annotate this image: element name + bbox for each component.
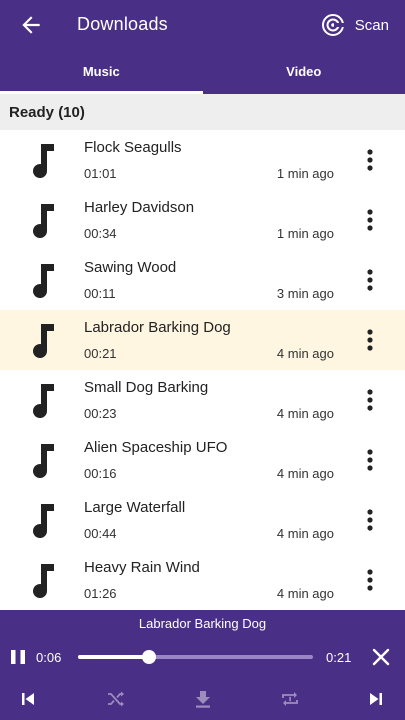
more-vert-icon[interactable] — [360, 268, 380, 292]
track-time-ago: 4 min ago — [276, 346, 334, 361]
track-time-ago: 4 min ago — [276, 466, 334, 481]
page-title: Downloads — [77, 14, 168, 34]
app-bar: Downloads Scan Music Video — [0, 0, 405, 94]
more-vert-icon[interactable] — [360, 148, 380, 172]
scan-label: Scan — [354, 16, 389, 34]
scan-button[interactable]: Scan — [321, 13, 389, 37]
list-item[interactable]: Small Dog Barking 00:23 4 min ago — [0, 370, 405, 430]
more-vert-icon[interactable] — [360, 208, 380, 232]
list-item[interactable]: Harley Davidson 00:34 1 min ago — [0, 190, 405, 250]
track-title: Alien Spaceship UFO — [84, 439, 228, 456]
track-title: Flock Seagulls — [84, 139, 182, 156]
track-duration: 01:26 — [84, 586, 117, 601]
more-vert-icon[interactable] — [360, 508, 380, 532]
music-note-icon — [33, 384, 54, 418]
music-note-icon — [33, 444, 54, 478]
seek-bar[interactable] — [78, 650, 313, 664]
list-item[interactable]: Large Waterfall 00:44 4 min ago — [0, 490, 405, 550]
more-vert-icon[interactable] — [360, 568, 380, 592]
track-duration: 01:01 — [84, 166, 117, 181]
music-note-icon — [33, 144, 54, 178]
skip-next-icon[interactable] — [365, 688, 387, 710]
skip-previous-icon[interactable] — [17, 688, 39, 710]
track-time-ago: 3 min ago — [276, 286, 334, 301]
tab-bar: Music Video — [0, 56, 405, 94]
more-vert-icon[interactable] — [360, 328, 380, 352]
music-note-icon — [33, 504, 54, 538]
tab-music[interactable]: Music — [0, 56, 203, 94]
list-item[interactable]: Sawing Wood 00:11 3 min ago — [0, 250, 405, 310]
now-playing-title: Labrador Barking Dog — [138, 616, 267, 631]
scan-target-icon — [321, 14, 344, 36]
music-note-icon — [33, 564, 54, 598]
music-note-icon — [33, 204, 54, 238]
section-header: Ready (10) — [0, 94, 405, 130]
track-time-ago: 4 min ago — [276, 406, 334, 421]
music-note-icon — [33, 324, 54, 358]
track-duration: 00:23 — [84, 406, 117, 421]
list-item-selected[interactable]: Labrador Barking Dog 00:21 4 min ago — [0, 310, 405, 370]
more-vert-icon[interactable] — [360, 448, 380, 472]
mini-player: Labrador Barking Dog 0:06 0:21 — [0, 610, 405, 720]
list-item[interactable]: Flock Seagulls 01:01 1 min ago — [0, 130, 405, 190]
shuffle-icon[interactable] — [105, 688, 127, 710]
total-time: 0:21 — [326, 650, 352, 665]
pause-icon[interactable] — [9, 648, 27, 666]
track-duration: 00:44 — [84, 526, 117, 541]
seek-bar-thumb[interactable] — [141, 650, 156, 664]
list-item[interactable]: Alien Spaceship UFO 00:16 4 min ago — [0, 430, 405, 490]
repeat-one-icon[interactable] — [279, 688, 301, 710]
playback-controls — [0, 688, 405, 712]
track-time-ago: 1 min ago — [276, 226, 334, 241]
track-duration: 00:11 — [84, 286, 116, 301]
more-vert-icon[interactable] — [360, 388, 380, 412]
track-time-ago: 1 min ago — [276, 166, 334, 181]
track-duration: 00:16 — [84, 466, 117, 481]
download-list: Flock Seagulls 01:01 1 min ago Harley Da… — [0, 130, 405, 610]
close-icon[interactable] — [371, 647, 391, 667]
track-duration: 00:34 — [84, 226, 117, 241]
seek-bar-fill — [78, 655, 149, 659]
download-icon[interactable] — [192, 688, 214, 710]
track-title: Large Waterfall — [84, 499, 186, 516]
music-note-icon — [33, 264, 54, 298]
current-time: 0:06 — [36, 650, 62, 665]
track-title: Labrador Barking Dog — [84, 319, 231, 336]
track-title: Harley Davidson — [84, 199, 195, 216]
list-item[interactable]: Heavy Rain Wind 01:26 4 min ago — [0, 550, 405, 610]
track-time-ago: 4 min ago — [276, 586, 334, 601]
track-time-ago: 4 min ago — [276, 526, 334, 541]
tab-video[interactable]: Video — [203, 56, 405, 94]
arrow-left-icon[interactable] — [18, 12, 44, 38]
track-title: Heavy Rain Wind — [84, 559, 200, 576]
track-title: Sawing Wood — [84, 259, 177, 276]
track-duration: 00:21 — [84, 346, 117, 361]
track-title: Small Dog Barking — [84, 379, 209, 396]
